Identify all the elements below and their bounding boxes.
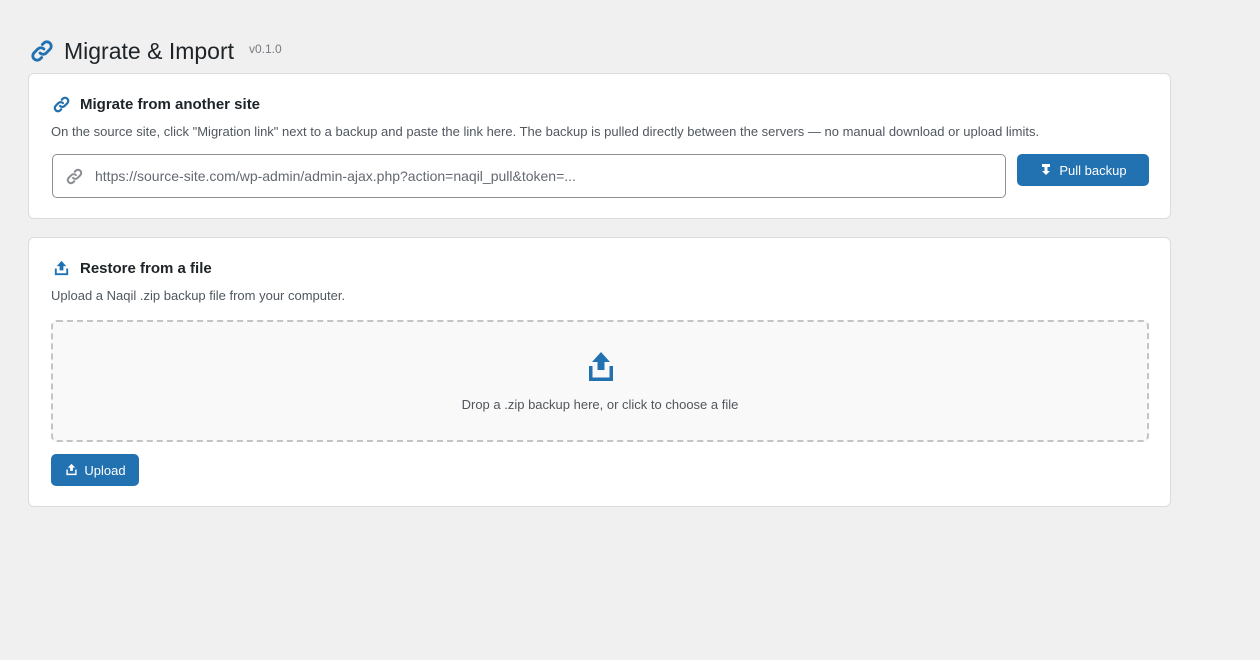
page-header: Migrate & Import v0.1.0 bbox=[29, 34, 282, 68]
upload-icon bbox=[64, 463, 78, 477]
page: Migrate & Import v0.1.0 Migrate from ano… bbox=[0, 0, 1260, 660]
upload-icon bbox=[52, 259, 71, 278]
link-icon bbox=[65, 167, 84, 186]
download-icon bbox=[1039, 163, 1053, 177]
migration-link-field[interactable] bbox=[52, 154, 1006, 198]
version-label: v0.1.0 bbox=[249, 42, 282, 56]
file-dropzone[interactable]: Drop a .zip backup here, or click to cho… bbox=[51, 320, 1149, 442]
link-icon bbox=[52, 95, 71, 114]
upload-icon bbox=[586, 351, 616, 383]
dropzone-text: Drop a .zip backup here, or click to cho… bbox=[461, 397, 739, 412]
link-icon bbox=[29, 38, 55, 64]
pull-backup-button[interactable]: Pull backup bbox=[1017, 154, 1149, 186]
migrate-card-description: On the source site, click "Migration lin… bbox=[51, 124, 1040, 139]
migrate-card-title: Migrate from another site bbox=[80, 96, 261, 113]
restore-card-header: Restore from a file bbox=[52, 259, 212, 278]
migration-link-input[interactable] bbox=[93, 167, 977, 185]
page-title: Migrate & Import bbox=[64, 38, 234, 64]
migrate-card-header: Migrate from another site bbox=[52, 95, 260, 114]
upload-button-label: Upload bbox=[84, 462, 126, 478]
pull-backup-label: Pull backup bbox=[1059, 162, 1127, 178]
restore-card: Restore from a file Upload a Naqil .zip … bbox=[28, 237, 1171, 507]
migrate-card: Migrate from another site On the source … bbox=[28, 73, 1171, 219]
upload-button[interactable]: Upload bbox=[51, 454, 139, 486]
restore-card-description: Upload a Naqil .zip backup file from you… bbox=[51, 288, 346, 303]
restore-card-title: Restore from a file bbox=[80, 260, 212, 277]
